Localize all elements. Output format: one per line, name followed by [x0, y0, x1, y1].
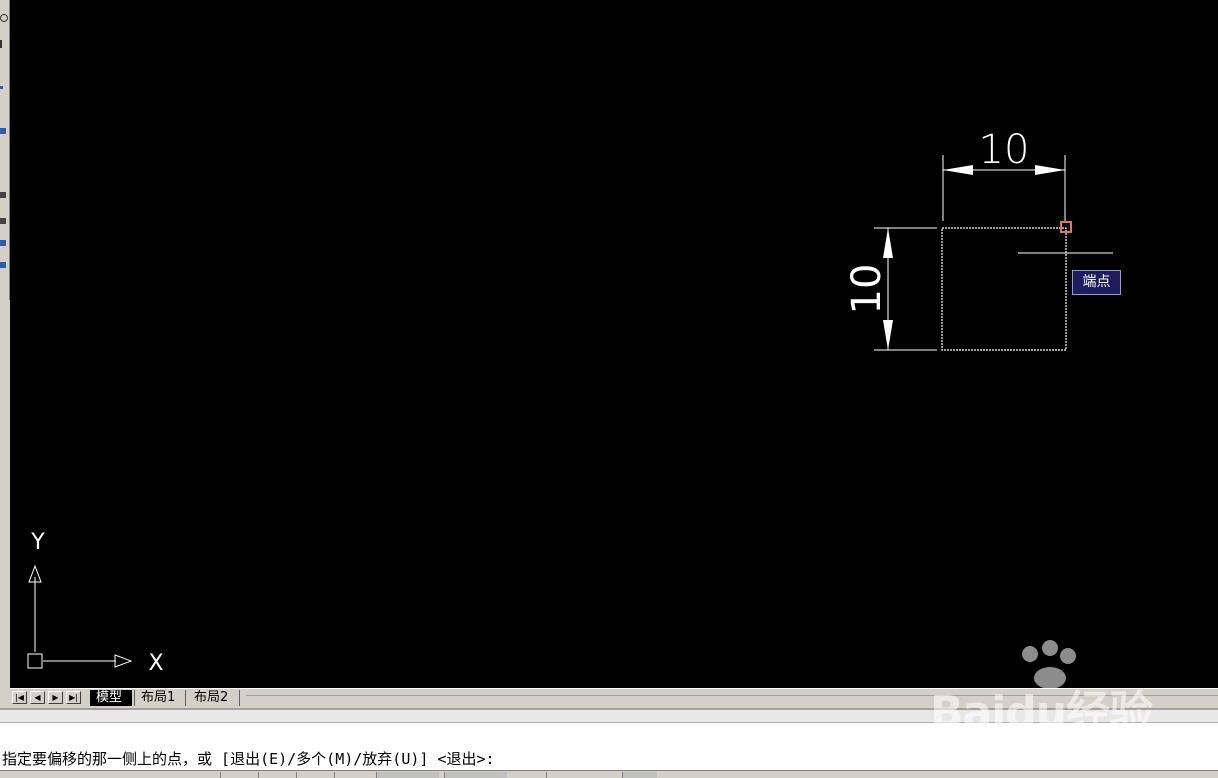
dim-v-arrow-top: [883, 228, 893, 258]
tab-nav-last-button[interactable]: ▶|: [66, 691, 81, 704]
insert-tool-icon[interactable]: [0, 218, 6, 224]
tab-nav-first-button[interactable]: |◀: [12, 691, 27, 704]
dim-v-text: 10: [844, 264, 890, 315]
table-tool-icon[interactable]: [0, 262, 6, 268]
ucs-x-label: X: [148, 651, 163, 676]
drawing-canvas[interactable]: 10 10 Y X: [10, 0, 1218, 688]
status-ortho-button[interactable]: [334, 772, 335, 778]
tab-nav-prev-button[interactable]: ◀: [30, 691, 45, 704]
command-history: [0, 710, 1218, 723]
tab-model[interactable]: 模型: [90, 690, 132, 706]
status-otrack-button[interactable]: [546, 772, 547, 778]
ucs-y-label: Y: [30, 530, 45, 555]
command-window[interactable]: 指定要偏移的那一侧上的点，或 [退出(E)/多个(M)/放弃(U)] <退出>:: [0, 708, 1218, 772]
left-toolbar: [0, 0, 10, 300]
layout-tab-bar: |◀ ◀ ▶ ▶| 模型 布局1 布局2: [10, 688, 1218, 707]
dim-v-arrow-bottom: [883, 320, 893, 350]
square-outline: [941, 227, 1067, 351]
ucs-x-arrow: [114, 654, 133, 668]
status-polar-button[interactable]: [376, 772, 439, 778]
circle-tool-icon[interactable]: [0, 14, 8, 22]
osnap-tooltip: 端点: [1072, 270, 1121, 295]
horizontal-scrollbar[interactable]: [246, 695, 1218, 696]
dim-h-text: 10: [979, 127, 1030, 173]
dim-h-arrow-left: [943, 165, 973, 175]
drawing-svg: 10 10 Y X: [27, 127, 1113, 676]
status-grid-button[interactable]: [296, 772, 297, 778]
tab-nav-next-button[interactable]: ▶: [48, 691, 63, 704]
command-prompt[interactable]: 指定要偏移的那一侧上的点，或 [退出(E)/多个(M)/放弃(U)] <退出>:: [2, 748, 495, 769]
region-tool-icon[interactable]: [0, 240, 6, 246]
ucs-origin-box: [27, 653, 43, 669]
status-separator: [220, 772, 221, 778]
tab-layout1[interactable]: 布局1: [134, 690, 186, 706]
tab-layout2[interactable]: 布局2: [188, 690, 240, 706]
status-osnap-button[interactable]: [444, 772, 507, 778]
point-tool-icon[interactable]: [0, 86, 3, 89]
arc-tool-icon[interactable]: [0, 40, 4, 48]
dim-h-arrow-right: [1035, 165, 1065, 175]
status-snap-button[interactable]: [258, 772, 259, 778]
status-model-button[interactable]: [622, 772, 657, 778]
hatch-tool-icon[interactable]: [0, 128, 6, 134]
block-tool-icon[interactable]: [0, 192, 6, 198]
